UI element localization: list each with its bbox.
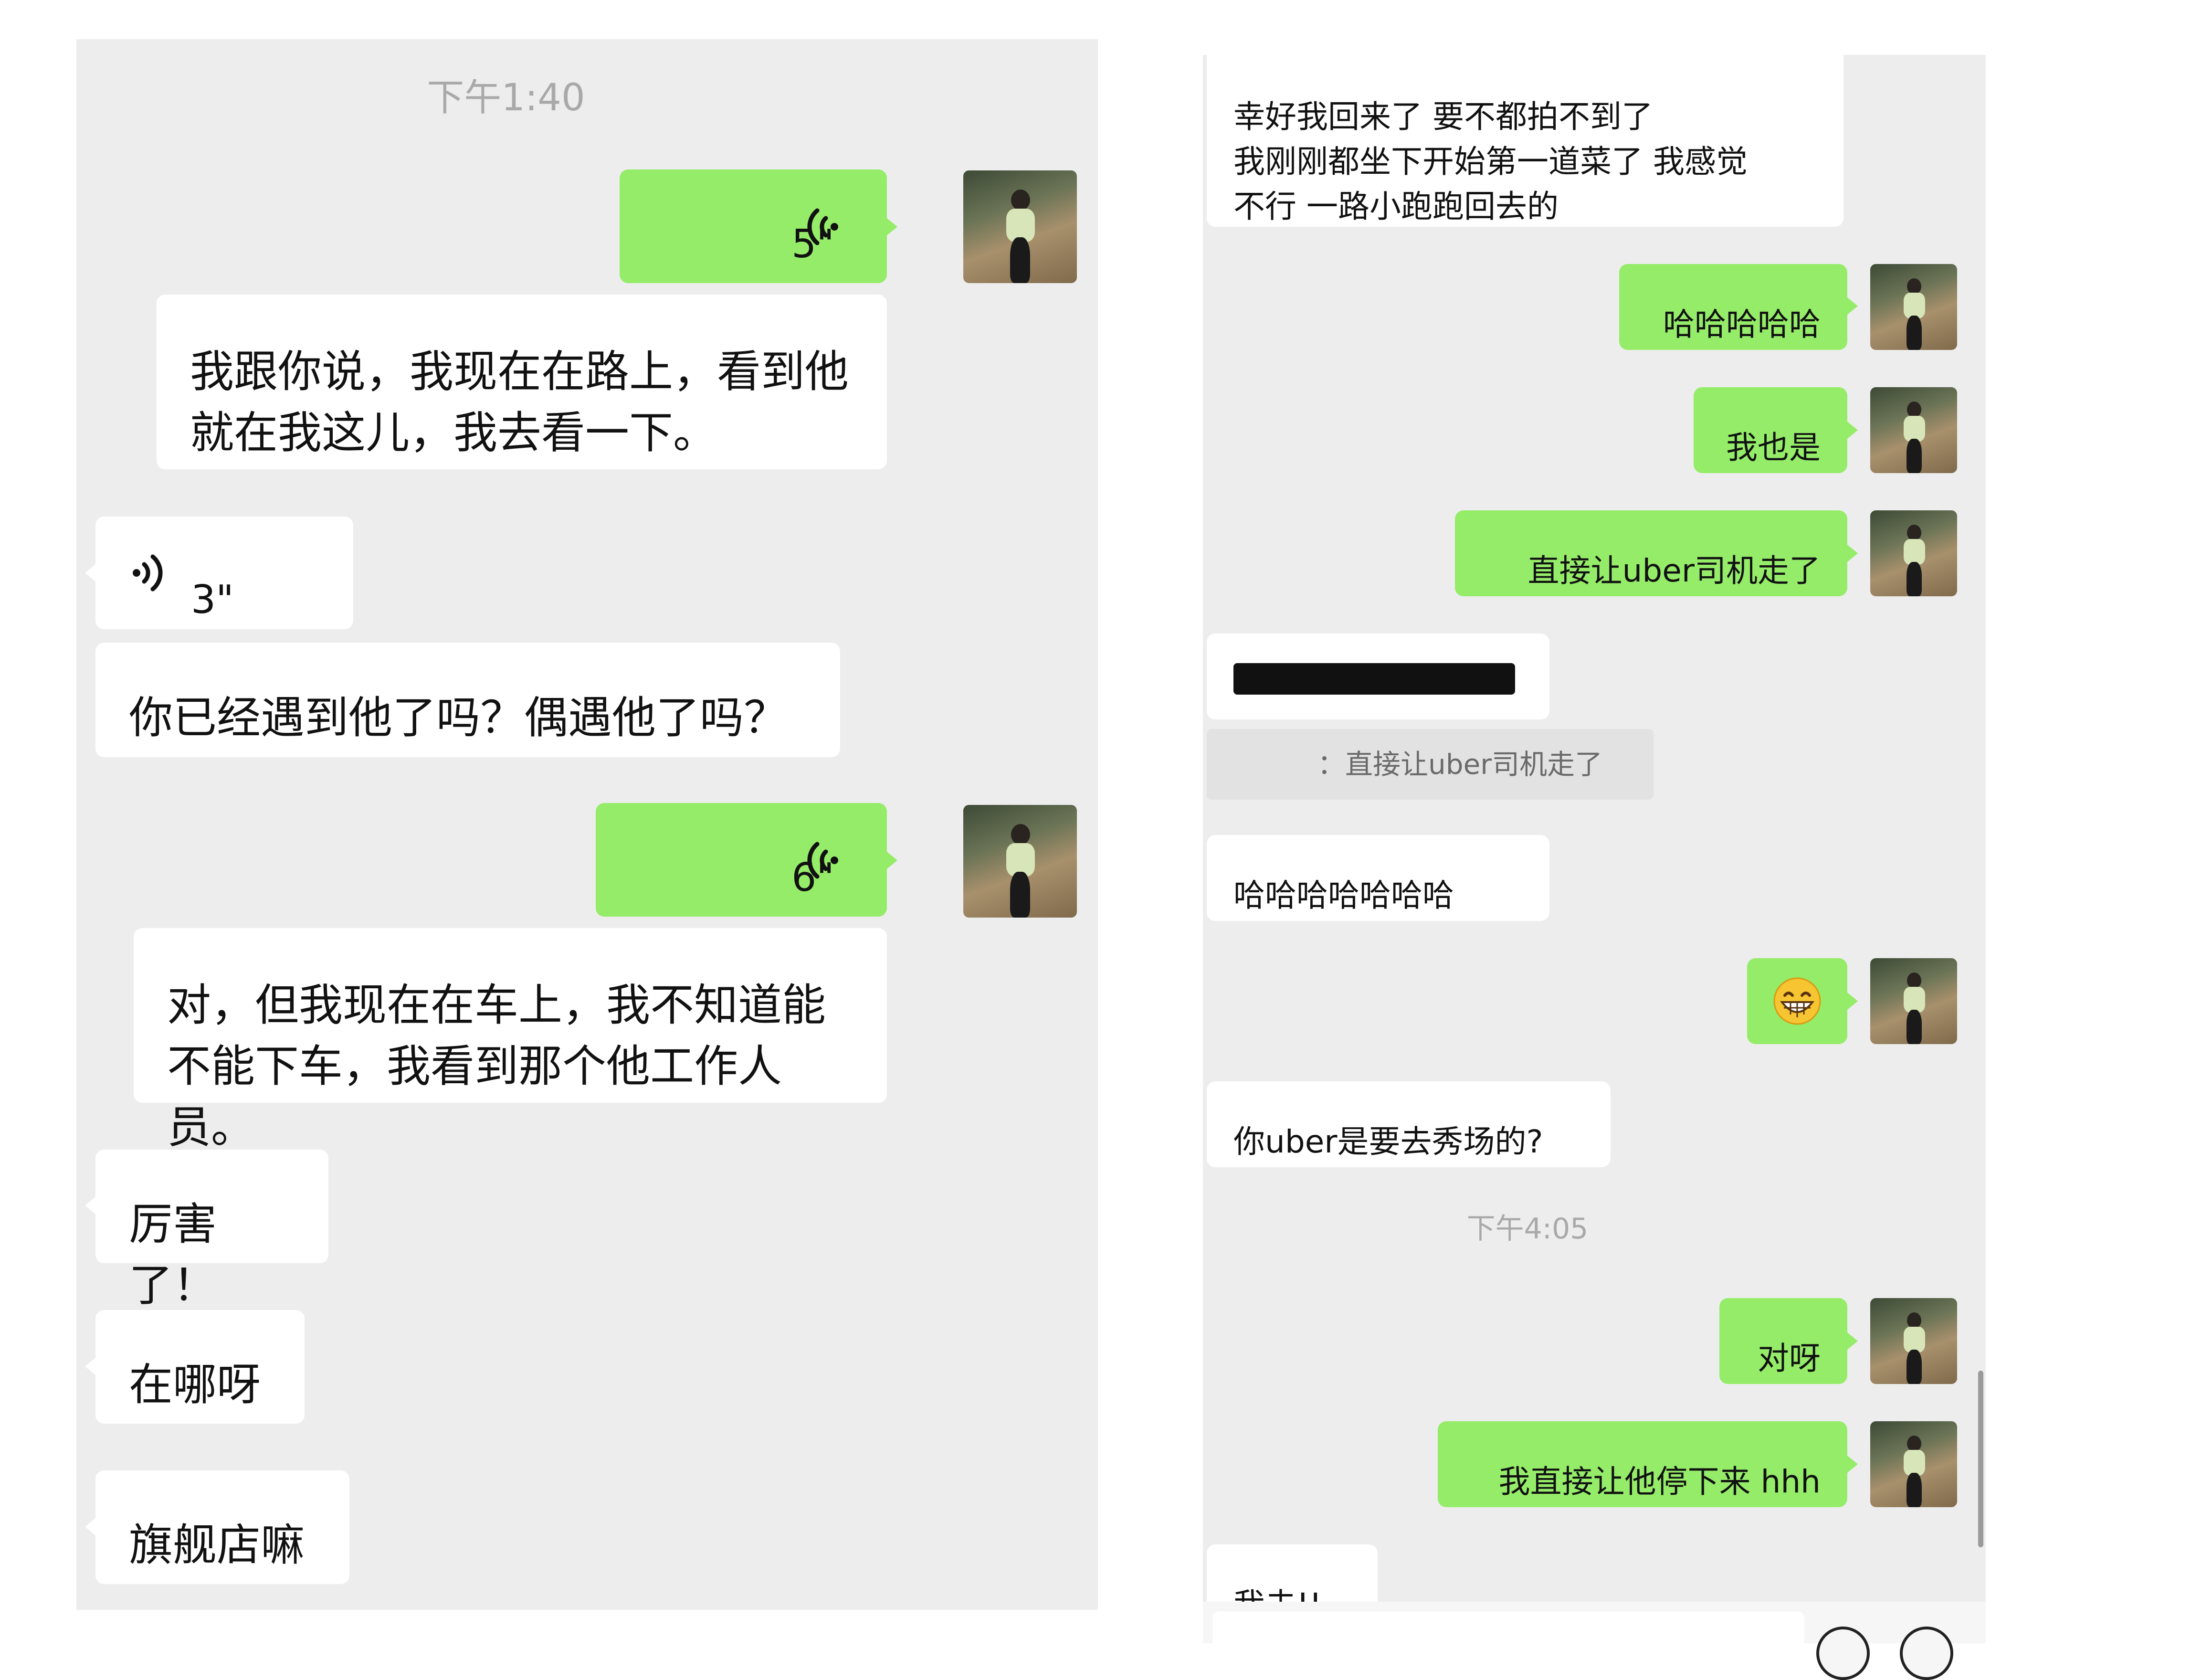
message-out[interactable]: 直接让uber司机走了 xyxy=(1455,510,1847,596)
voice-message-out[interactable]: 6" xyxy=(596,803,887,917)
chat-panel-right: 幸好我回来了 要不都拍不到了 我刚刚都坐下开始第一道菜了 我感觉 不行 一路小跑… xyxy=(1203,55,1986,1602)
bubble-tail xyxy=(1847,1332,1858,1350)
message-text: 厉害了！ xyxy=(129,1199,217,1311)
input-bar xyxy=(1203,1602,1986,1680)
bubble-tail xyxy=(85,1518,95,1535)
user-avatar[interactable] xyxy=(1870,264,1957,350)
bubble-tail xyxy=(887,218,897,235)
plus-icon[interactable] xyxy=(1900,1627,1953,1680)
message-in-redacted[interactable] xyxy=(1207,634,1549,719)
bubble-tail xyxy=(85,564,95,581)
message-in[interactable]: 在哪呀 xyxy=(95,1310,305,1424)
bubble-tail xyxy=(85,1358,95,1375)
bubble-tail xyxy=(1847,545,1858,562)
message-out[interactable]: 我直接让他停下来 hhh xyxy=(1438,1421,1847,1507)
message-text: 我也是 xyxy=(1726,429,1821,466)
message-text: 我直接让他停下来 hhh xyxy=(1498,1463,1821,1500)
user-avatar[interactable] xyxy=(1870,958,1957,1044)
bubble-tail xyxy=(1847,297,1858,315)
chat-panel-left: 下午1:40 5" 我跟你说，我现在在路上，看到他 就在我这儿，我去看一下。 3… xyxy=(76,39,1098,1610)
user-avatar[interactable] xyxy=(963,805,1077,918)
voice-message-in[interactable]: 3" xyxy=(95,517,353,629)
message-in[interactable]: 旗舰店嘛 xyxy=(95,1470,349,1584)
message-text: 你已经遇到他了吗？偶遇他了吗？ xyxy=(129,692,788,743)
message-out-emoji[interactable] xyxy=(1747,958,1847,1044)
emoji-icon[interactable] xyxy=(1816,1627,1870,1680)
quote-text: ：直接让uber司机走了 xyxy=(1317,748,1603,781)
timestamp: 下午1:40 xyxy=(427,76,585,119)
quoted-reply[interactable]: ：直接让uber司机走了 xyxy=(1207,729,1654,800)
user-avatar[interactable] xyxy=(1870,1298,1957,1384)
emoji-icon xyxy=(1773,977,1821,1025)
message-in[interactable]: 你已经遇到他了吗？偶遇他了吗？ xyxy=(95,643,840,757)
message-in[interactable]: 我去!! xyxy=(1207,1544,1378,1602)
transcript-text: 对，但我现在在车上，我不知道能 不能下车，我看到那个他工作人员。 xyxy=(167,980,826,1153)
message-text: 在哪呀 xyxy=(129,1359,261,1410)
voice-wave-icon xyxy=(807,208,838,245)
message-text: 幸好我回来了 要不都拍不到了 我刚刚都坐下开始第一道菜了 我感觉 不行 一路小跑… xyxy=(1233,98,1748,225)
message-text: 对呀 xyxy=(1758,1340,1821,1377)
user-avatar[interactable] xyxy=(1870,1421,1957,1507)
bubble-tail xyxy=(85,1197,95,1214)
message-in[interactable]: 你uber是要去秀场的? xyxy=(1207,1081,1611,1167)
message-text: 哈哈哈哈哈 xyxy=(1663,306,1821,343)
scrollbar[interactable] xyxy=(1978,1371,1983,1547)
bubble-tail xyxy=(887,852,897,869)
voice-message-out[interactable]: 5" xyxy=(620,169,887,283)
message-text: 你uber是要去秀场的? xyxy=(1233,1123,1543,1160)
bubble-tail xyxy=(1847,1456,1858,1473)
message-text: 哈哈哈哈哈哈哈 xyxy=(1233,877,1454,914)
message-input[interactable] xyxy=(1212,1611,1804,1649)
bubble-tail xyxy=(1847,422,1858,439)
message-out[interactable]: 哈哈哈哈哈 xyxy=(1619,264,1847,350)
voice-transcript: 我跟你说，我现在在路上，看到他 就在我这儿，我去看一下。 xyxy=(157,295,887,469)
voice-wave-icon xyxy=(807,842,838,879)
redaction-mark xyxy=(1233,663,1515,695)
message-text: 我去!! xyxy=(1233,1583,1351,1602)
user-avatar[interactable] xyxy=(963,170,1077,283)
message-out[interactable]: 对呀 xyxy=(1719,1298,1847,1384)
user-avatar[interactable] xyxy=(1870,387,1957,473)
message-text: 直接让uber司机走了 xyxy=(1527,552,1821,589)
timestamp: 下午4:05 xyxy=(1466,1212,1589,1246)
message-in[interactable]: 哈哈哈哈哈哈哈 xyxy=(1207,835,1549,921)
message-in[interactable]: 幸好我回来了 要不都拍不到了 我刚刚都坐下开始第一道菜了 我感觉 不行 一路小跑… xyxy=(1207,55,1843,227)
transcript-text: 我跟你说，我现在在路上，看到他 就在我这儿，我去看一下。 xyxy=(190,346,849,458)
message-out[interactable]: 我也是 xyxy=(1694,387,1847,473)
user-avatar[interactable] xyxy=(1870,510,1957,596)
message-text: 旗舰店嘛 xyxy=(129,1520,305,1571)
message-in[interactable]: 厉害了！ xyxy=(95,1150,328,1311)
voice-duration: 3" xyxy=(191,577,234,623)
bubble-tail xyxy=(1847,993,1858,1010)
voice-transcript: 对，但我现在在车上，我不知道能 不能下车，我看到那个他工作人员。 xyxy=(134,928,887,1153)
voice-wave-icon xyxy=(133,554,163,592)
